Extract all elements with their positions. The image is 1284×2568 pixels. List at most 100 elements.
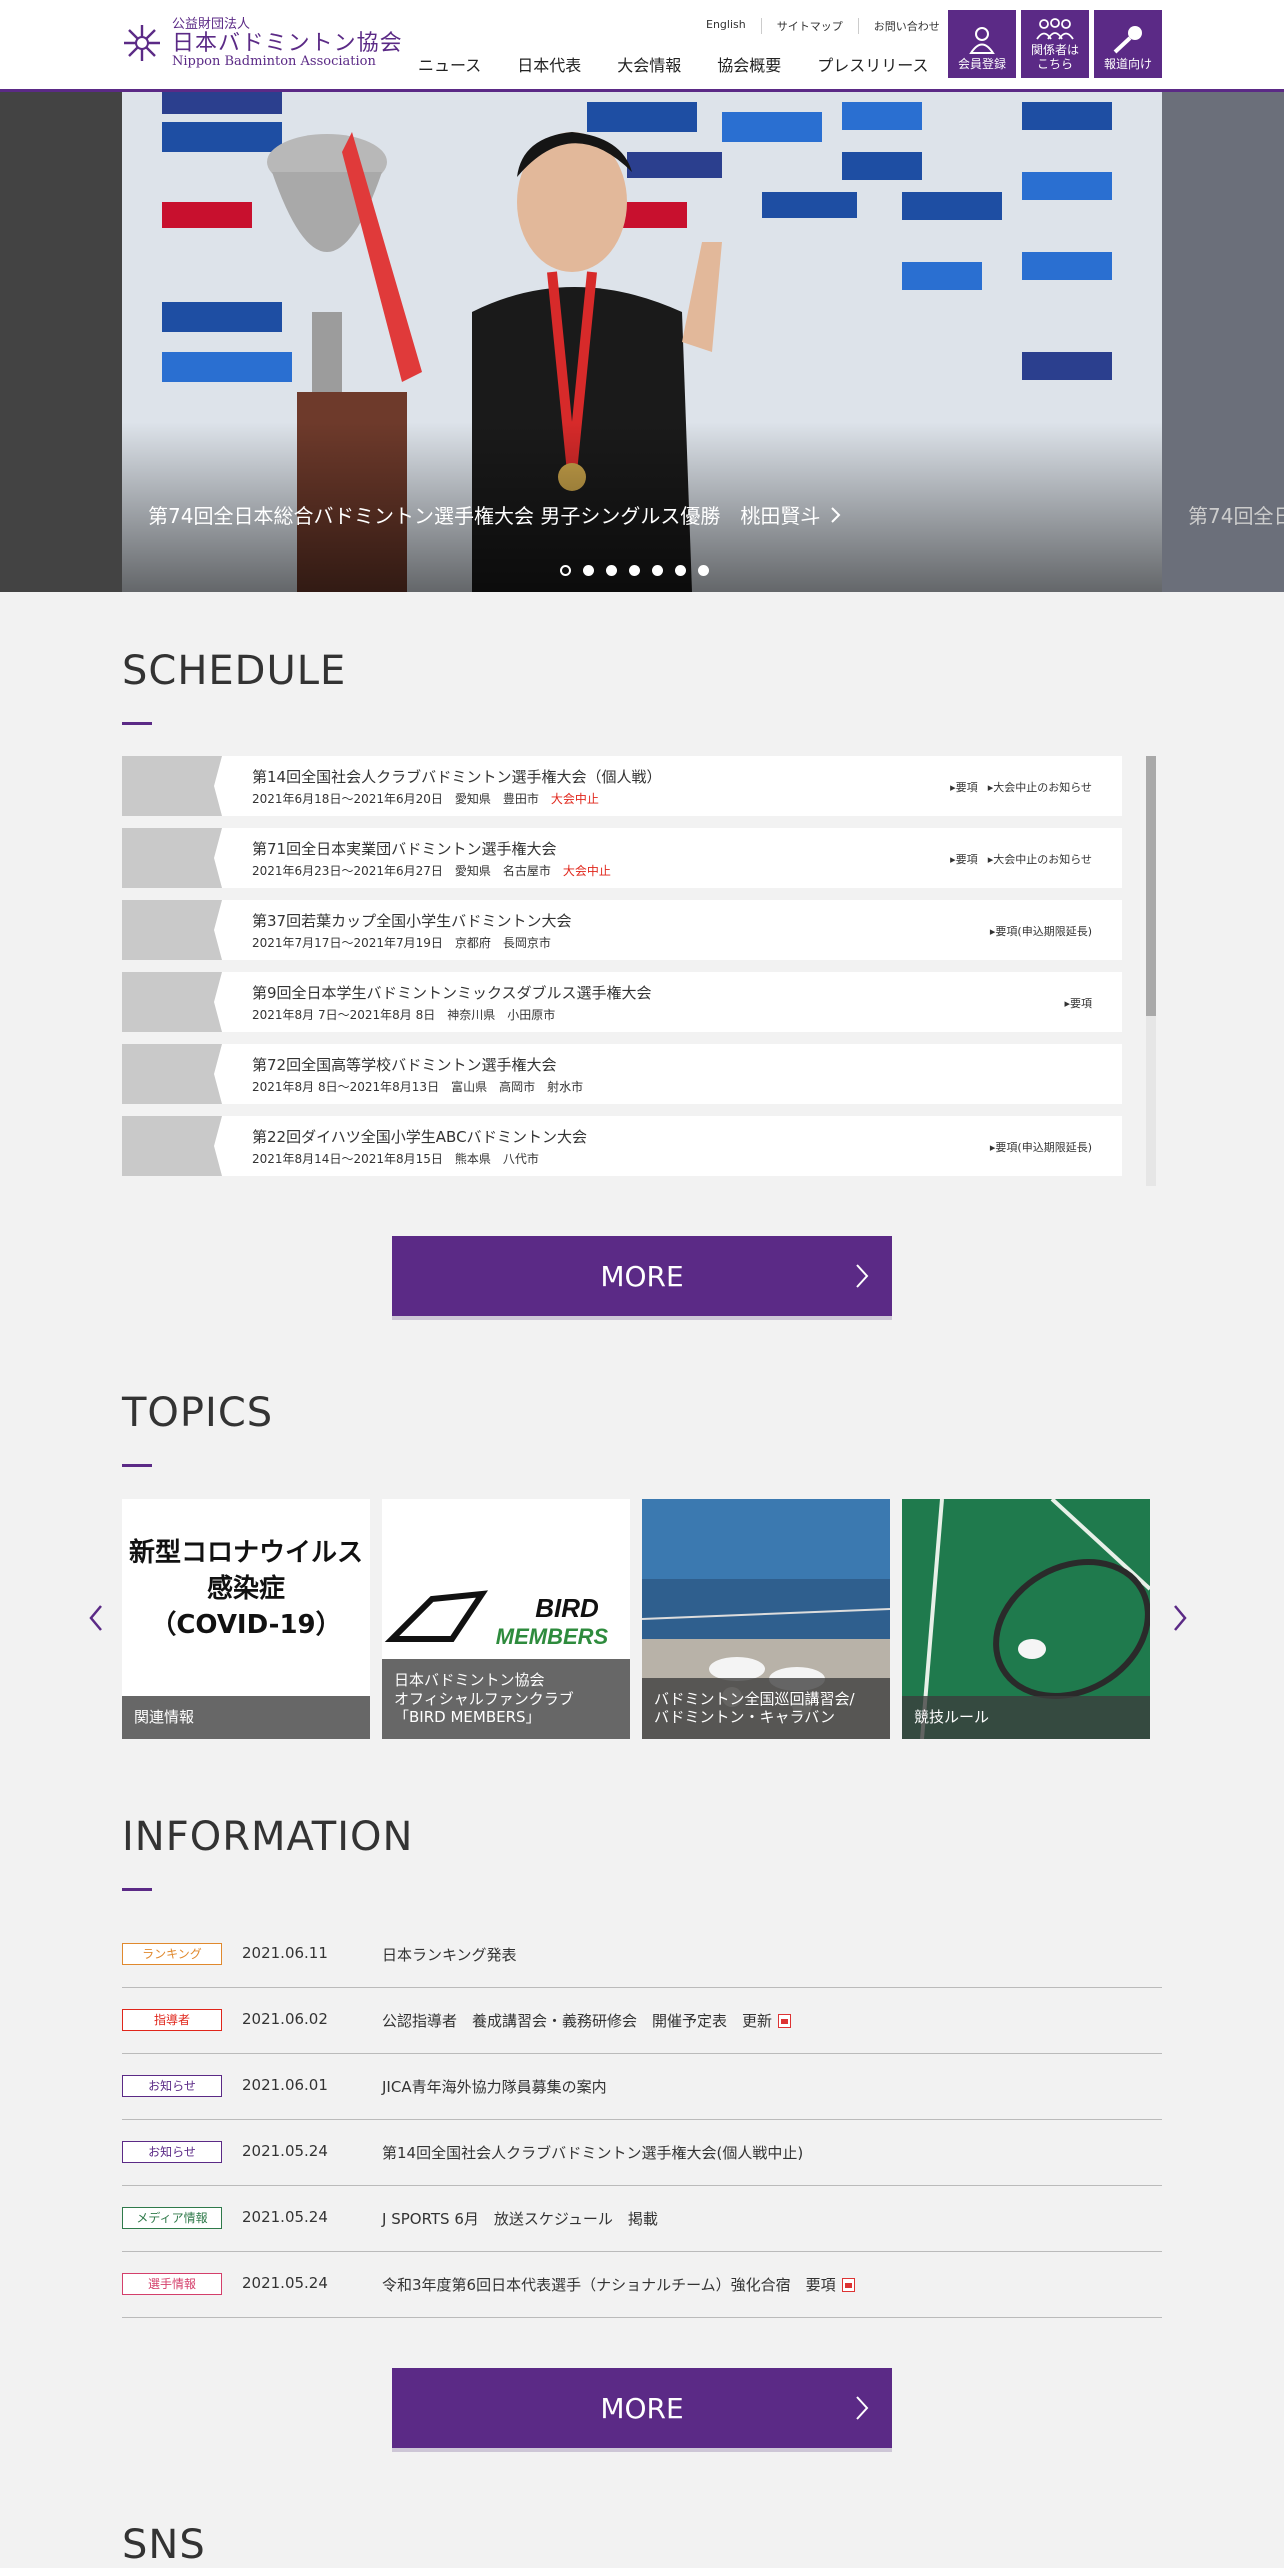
info-title[interactable]: 公認指導者 養成講習会・義務研修会 開催予定表 更新 <box>382 2010 792 2031</box>
main-nav: ニュース 日本代表 大会情報 協会概要 プレスリリース <box>418 52 928 76</box>
topic-card[interactable]: BIRD MEMBERS 日本バドミントン協会 オフィシャルファンクラブ 「BI… <box>382 1499 630 1739</box>
link-english[interactable]: English <box>700 18 761 34</box>
topic-card[interactable]: 新型コロナウイルス 感染症 （COVID-19） 関連情報 <box>122 1499 370 1739</box>
schedule-title[interactable]: 第71回全日本実業団バドミントン選手権大会 <box>252 838 557 859</box>
schedule-row[interactable]: 第9回全日本学生バドミントンミックスダブルス選手権大会 2021年8月 7日～2… <box>122 972 1122 1032</box>
link-guidelines[interactable]: ▸要項 <box>950 851 978 867</box>
schedule-meta: 2021年6月18日～2021年6月20日 愛知県 豊田市 大会中止 <box>252 792 599 806</box>
schedule-row[interactable]: 第72回全国高等学校バドミントン選手権大会 2021年8月 8日～2021年8月… <box>122 1044 1122 1104</box>
info-row[interactable]: 指導者 2021.06.02 公認指導者 養成講習会・義務研修会 開催予定表 更… <box>122 1988 1162 2054</box>
category-badge: メディア情報 <box>122 2207 222 2229</box>
link-cancel-notice[interactable]: ▸大会中止のお知らせ <box>988 779 1092 795</box>
schedule-tag <box>122 972 222 1032</box>
schedule-row[interactable]: 第14回全国社会人クラブバドミントン選手権大会（個人戦） 2021年6月18日～… <box>122 756 1122 816</box>
category-badge: お知らせ <box>122 2141 222 2163</box>
link-guidelines[interactable]: ▸要項 <box>1064 995 1092 1011</box>
info-title[interactable]: 令和3年度第6回日本代表選手（ナショナルチーム）強化合宿 要項 <box>382 2274 855 2295</box>
carousel-dot[interactable] <box>560 565 571 576</box>
schedule-list: 第14回全国社会人クラブバドミントン選手権大会（個人戦） 2021年6月18日～… <box>122 756 1122 1188</box>
carousel-dot[interactable] <box>652 565 663 576</box>
utility-links: English サイトマップ お問い合わせ <box>700 18 955 34</box>
status-cancelled: 大会中止 <box>562 864 611 878</box>
schedule-title[interactable]: 第37回若葉カップ全国小学生バドミントン大会 <box>252 910 572 931</box>
topics-next-arrow-icon[interactable] <box>1172 1598 1188 1638</box>
group-icon <box>1036 18 1074 40</box>
schedule-tag <box>122 900 222 960</box>
schedule-meta: 2021年8月 8日～2021年8月13日 富山県 高岡市 射水市 <box>252 1080 584 1094</box>
pdf-icon <box>841 2277 855 2292</box>
info-row[interactable]: メディア情報 2021.05.24 J SPORTS 6月 放送スケジュール 掲… <box>122 2186 1162 2252</box>
link-sitemap[interactable]: サイトマップ <box>760 18 858 34</box>
carousel-dot[interactable] <box>629 565 640 576</box>
link-guidelines[interactable]: ▸要項 <box>950 779 978 795</box>
carousel-dot[interactable] <box>698 565 709 576</box>
information-heading: INFORMATION <box>122 1814 414 1860</box>
hero-caption[interactable]: 第74回全日本総合バドミントン選手権大会 男子シングルス優勝 桃田賢斗 <box>148 500 842 529</box>
info-title[interactable]: JICA青年海外協力隊員募集の案内 <box>382 2076 607 2097</box>
schedule-heading: SCHEDULE <box>122 648 347 694</box>
info-date: 2021.06.11 <box>242 1944 328 1962</box>
link-contact[interactable]: お問い合わせ <box>857 18 955 34</box>
sns-heading: SNS <box>122 2522 206 2568</box>
nav-national-team[interactable]: 日本代表 <box>517 52 581 76</box>
carousel-dot[interactable] <box>675 565 686 576</box>
info-row[interactable]: お知らせ 2021.06.01 JICA青年海外協力隊員募集の案内 <box>122 2054 1162 2120</box>
information-more-button[interactable]: MORE <box>392 2368 892 2448</box>
link-guidelines[interactable]: ▸要項(申込期限延長) <box>990 1139 1092 1155</box>
previous-slide-peek[interactable] <box>0 92 122 592</box>
schedule-meta: 2021年6月23日～2021年6月27日 愛知県 名古屋市 大会中止 <box>252 864 611 878</box>
schedule-title[interactable]: 第9回全日本学生バドミントンミックスダブルス選手権大会 <box>252 982 652 1003</box>
member-registration-button[interactable]: 会員登録 <box>948 10 1016 78</box>
heading-underline <box>122 1464 152 1467</box>
category-badge: 指導者 <box>122 2009 222 2031</box>
carousel-dot[interactable] <box>583 565 594 576</box>
schedule-title[interactable]: 第14回全国社会人クラブバドミントン選手権大会（個人戦） <box>252 766 662 787</box>
schedule-tag <box>122 1044 222 1104</box>
link-cancel-notice[interactable]: ▸大会中止のお知らせ <box>988 851 1092 867</box>
schedule-scrollbar[interactable] <box>1146 756 1156 1186</box>
schedule-tag <box>122 1116 222 1176</box>
press-button[interactable]: 報道向け <box>1094 10 1162 78</box>
category-badge: お知らせ <box>122 2075 222 2097</box>
info-row[interactable]: ランキング 2021.06.11 日本ランキング発表 <box>122 1922 1162 1988</box>
info-title[interactable]: 第14回全国社会人クラブバドミントン選手権大会(個人戦中止) <box>382 2142 803 2163</box>
pdf-icon <box>778 2013 792 2028</box>
svg-text:MEMBERS: MEMBERS <box>496 1624 609 1649</box>
microphone-icon <box>1113 26 1142 54</box>
info-row[interactable]: 選手情報 2021.05.24 令和3年度第6回日本代表選手（ナショナルチーム）… <box>122 2252 1162 2318</box>
next-slide-caption: 第74回全日本 <box>1188 504 1284 528</box>
schedule-row[interactable]: 第22回ダイハツ全国小学生ABCバドミントン大会 2021年8月14日～2021… <box>122 1116 1122 1176</box>
carousel-dot[interactable] <box>606 565 617 576</box>
topic-label: 関連情報 <box>122 1696 370 1739</box>
schedule-row[interactable]: 第71回全日本実業団バドミントン選手権大会 2021年6月23日～2021年6月… <box>122 828 1122 888</box>
info-title[interactable]: J SPORTS 6月 放送スケジュール 掲載 <box>382 2208 658 2229</box>
topic-label: 競技ルール <box>902 1696 1150 1739</box>
topic-card[interactable]: 競技ルール <box>902 1499 1150 1739</box>
logo-subtitle: 公益財団法人 <box>172 17 251 32</box>
site-logo[interactable]: 公益財団法人 日本バドミントン協会 Nippon Badminton Assoc… <box>120 18 403 68</box>
schedule-tag <box>122 756 222 816</box>
info-date: 2021.05.24 <box>242 2274 328 2292</box>
heading-underline <box>122 722 152 725</box>
topic-label: 日本バドミントン協会 オフィシャルファンクラブ 「BIRD MEMBERS」 <box>382 1658 630 1739</box>
chevron-right-icon <box>831 506 841 523</box>
info-row[interactable]: お知らせ 2021.05.24 第14回全国社会人クラブバドミントン選手権大会(… <box>122 2120 1162 2186</box>
schedule-title[interactable]: 第72回全国高等学校バドミントン選手権大会 <box>252 1054 557 1075</box>
link-guidelines[interactable]: ▸要項(申込期限延長) <box>990 923 1092 939</box>
person-icon <box>969 27 995 55</box>
topic-card[interactable]: バドミントン全国巡回講習会/ バドミントン・キャラバン <box>642 1499 890 1739</box>
nav-tournaments[interactable]: 大会情報 <box>617 52 681 76</box>
staff-login-button[interactable]: 関係者は こちら <box>1021 10 1089 78</box>
topics-heading: TOPICS <box>122 1390 274 1436</box>
topics-prev-arrow-icon[interactable] <box>88 1598 104 1638</box>
schedule-row[interactable]: 第37回若葉カップ全国小学生バドミントン大会 2021年7月17日～2021年7… <box>122 900 1122 960</box>
schedule-title[interactable]: 第22回ダイハツ全国小学生ABCバドミントン大会 <box>252 1126 587 1147</box>
hero-carousel[interactable]: 第74回全日本総合バドミントン選手権大会 男子シングルス優勝 桃田賢斗 第74回… <box>0 92 1284 592</box>
scrollbar-thumb[interactable] <box>1146 756 1156 1016</box>
topics-carousel: 新型コロナウイルス 感染症 （COVID-19） 関連情報 BIRD MEMBE… <box>122 1499 1150 1739</box>
nav-press-release[interactable]: プレスリリース <box>817 52 928 76</box>
nav-about[interactable]: 協会概要 <box>717 52 781 76</box>
info-title[interactable]: 日本ランキング発表 <box>382 1944 517 1965</box>
nav-news[interactable]: ニュース <box>418 52 481 76</box>
schedule-more-button[interactable]: MORE <box>392 1236 892 1316</box>
